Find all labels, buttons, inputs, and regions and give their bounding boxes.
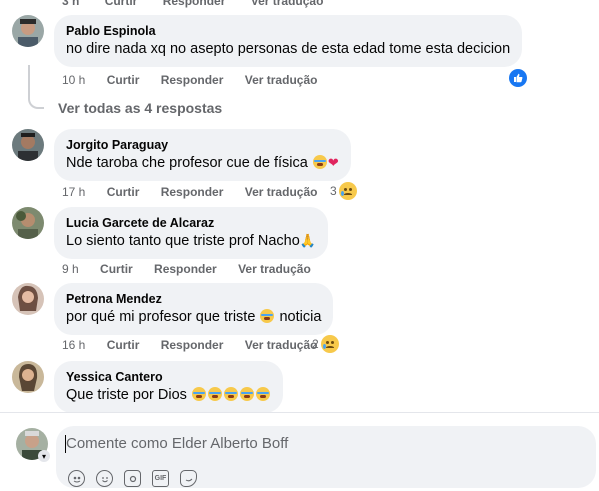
reply-button[interactable]: Responder: [161, 73, 224, 87]
comment-author[interactable]: Pablo Espinola: [66, 23, 510, 39]
comment-bubble: Jorgito Paraguay Nde taroba che profesor…: [54, 129, 351, 181]
divider: [0, 412, 599, 413]
comment-author[interactable]: Yessica Cantero: [66, 369, 271, 385]
translate-link[interactable]: Ver tradução: [238, 262, 311, 276]
crying-emoji-icon: [207, 387, 222, 401]
comment-text: por qué mi profesor que triste: [66, 309, 256, 325]
comment-bubble: Petrona Mendez por qué mi profesor que t…: [54, 283, 334, 335]
comment-time[interactable]: 17 h: [62, 185, 85, 199]
comment-yessica: Yessica Cantero Que triste por Dios: [12, 361, 283, 413]
crying-emoji-icon: [312, 155, 327, 169]
translate-link[interactable]: Ver tradução: [245, 73, 318, 87]
comment-input[interactable]: [66, 435, 566, 452]
sad-reaction-icon: [320, 335, 339, 353]
comment-bubble: Pablo Espinola no dire nada xq no asepto…: [54, 15, 523, 67]
avatar[interactable]: [12, 207, 44, 239]
avatar-sticker-icon[interactable]: [68, 470, 85, 487]
crying-emoji-icon: [239, 387, 254, 401]
comment-pablo: Pablo Espinola no dire nada xq no asepto…: [12, 15, 523, 67]
comment-text-row: por qué mi profesor que triste noticia: [66, 307, 321, 327]
comment-text: Que triste por Dios: [66, 387, 187, 403]
sad-reaction-icon: [338, 182, 357, 200]
avatar[interactable]: [12, 129, 44, 161]
like-button[interactable]: Curtir: [107, 73, 140, 87]
crying-emoji-icon: [260, 309, 275, 323]
comment-actions: 10 h Curtir Responder Ver tradução: [62, 73, 335, 87]
comment-text-row: Que triste por Dios: [66, 385, 271, 405]
translate-link[interactable]: Ver tradução: [245, 338, 318, 352]
crying-emoji-icon: [223, 387, 238, 401]
comment-jorgito: Jorgito Paraguay Nde taroba che profesor…: [12, 129, 351, 181]
like-button[interactable]: Curtir: [107, 185, 140, 199]
avatar[interactable]: [12, 15, 44, 47]
emoji-icon[interactable]: [96, 470, 113, 487]
comment-author[interactable]: Jorgito Paraguay: [66, 137, 339, 153]
comment-text-row: Nde taroba che profesor cue de física ❤: [66, 153, 339, 173]
comment-petrona: Petrona Mendez por qué mi profesor que t…: [12, 283, 334, 335]
comment-text: Lo siento tanto que triste prof Nacho: [66, 233, 300, 249]
previous-reply-button[interactable]: Responder: [163, 0, 226, 8]
camera-icon[interactable]: [124, 470, 141, 487]
reaction-number: 2: [312, 337, 319, 351]
reply-button[interactable]: Responder: [161, 185, 224, 199]
comment-text: no dire nada xq no asepto personas de es…: [66, 41, 511, 57]
reply-button[interactable]: Responder: [154, 262, 217, 276]
view-replies-link[interactable]: Ver todas as 4 respostas: [58, 100, 222, 116]
comment-text-row: Lo siento tanto que triste prof Nacho🙏: [66, 231, 316, 251]
heart-emoji-icon: ❤: [327, 155, 339, 170]
comment-time[interactable]: 10 h: [62, 73, 85, 87]
chevron-down-icon[interactable]: ▾: [38, 450, 50, 462]
like-button[interactable]: Curtir: [107, 338, 140, 352]
comment-actions: 16 h Curtir Responder Ver tradução: [62, 338, 335, 352]
comment-actions: 9 h Curtir Responder Ver tradução: [62, 262, 329, 276]
praying-hands-emoji-icon: 🙏: [299, 233, 316, 248]
gif-label: GIF: [154, 475, 167, 482]
reaction-number: 3: [330, 184, 337, 198]
reaction-count[interactable]: 3: [330, 182, 357, 200]
avatar[interactable]: [12, 283, 44, 315]
gif-icon[interactable]: GIF: [152, 470, 169, 487]
previous-like-button[interactable]: Curtir: [105, 0, 138, 8]
composer-tools: GIF: [68, 470, 208, 487]
like-reaction-icon[interactable]: [509, 69, 527, 87]
reply-button[interactable]: Responder: [161, 338, 224, 352]
comment-bubble: Lucia Garcete de Alcaraz Lo siento tanto…: [54, 207, 328, 259]
comment-bubble: Yessica Cantero Que triste por Dios: [54, 361, 283, 413]
avatar[interactable]: [12, 361, 44, 393]
previous-comment-actions: 3 h Curtir Responder Ver tradução: [62, 0, 345, 8]
comment-time[interactable]: 9 h: [62, 262, 79, 276]
comment-time[interactable]: 16 h: [62, 338, 85, 352]
comment-text: Nde taroba che profesor cue de física: [66, 155, 308, 171]
sticker-icon[interactable]: [180, 470, 197, 487]
comment-actions: 17 h Curtir Responder Ver tradução: [62, 185, 335, 199]
comment-text-end: noticia: [279, 309, 322, 325]
reaction-count[interactable]: 2: [312, 335, 339, 353]
thread-connector: [28, 65, 44, 109]
crying-emoji-icon: [191, 387, 206, 401]
like-button[interactable]: Curtir: [100, 262, 133, 276]
previous-time: 3 h: [62, 0, 80, 8]
translate-link[interactable]: Ver tradução: [245, 185, 318, 199]
comment-author[interactable]: Lucia Garcete de Alcaraz: [66, 215, 316, 231]
comment-author[interactable]: Petrona Mendez: [66, 291, 321, 307]
comment-composer: GIF: [56, 426, 596, 488]
crying-emoji-icon: [255, 387, 270, 401]
comment-lucia: Lucia Garcete de Alcaraz Lo siento tanto…: [12, 207, 328, 259]
previous-translate-link[interactable]: Ver tradução: [251, 0, 324, 8]
